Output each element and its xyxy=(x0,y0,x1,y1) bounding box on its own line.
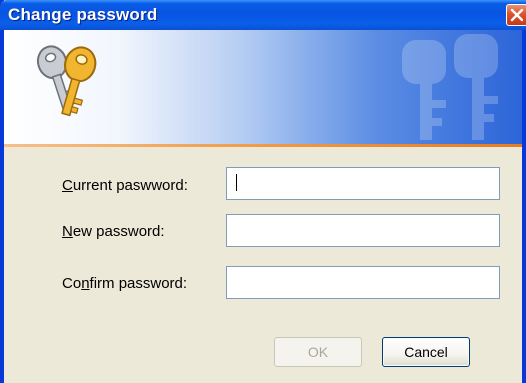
current-password-label: Current paswword: xyxy=(62,177,188,194)
banner-divider xyxy=(4,144,522,147)
current-password-label-text: urrent paswword: xyxy=(72,177,188,194)
keys-watermark-icon xyxy=(402,34,498,140)
current-password-input[interactable] xyxy=(226,167,500,200)
confirm-password-label: Confirm password: xyxy=(62,275,187,292)
current-password-accel: C xyxy=(62,177,73,194)
close-icon xyxy=(510,8,524,22)
new-password-label: New password: xyxy=(62,223,165,240)
text-caret xyxy=(236,174,237,191)
header-banner xyxy=(4,30,522,144)
cancel-button[interactable]: Cancel xyxy=(382,337,470,367)
new-password-accel: N xyxy=(62,223,73,240)
confirm-password-accel: n xyxy=(81,275,90,292)
new-password-label-text: ew password: xyxy=(72,223,165,240)
change-password-dialog: Change password Current paswword: New pa… xyxy=(0,0,526,383)
confirm-password-label-prefix: Co xyxy=(62,275,82,292)
confirm-password-label-text: firm password: xyxy=(89,275,188,292)
window-title: Change password xyxy=(8,5,158,24)
title-bar[interactable]: Change password xyxy=(0,0,526,30)
new-password-input[interactable] xyxy=(226,214,500,247)
keys-icon xyxy=(36,45,97,117)
confirm-password-input[interactable] xyxy=(226,266,500,299)
close-button[interactable] xyxy=(506,4,526,26)
ok-button[interactable]: OK xyxy=(274,337,362,367)
